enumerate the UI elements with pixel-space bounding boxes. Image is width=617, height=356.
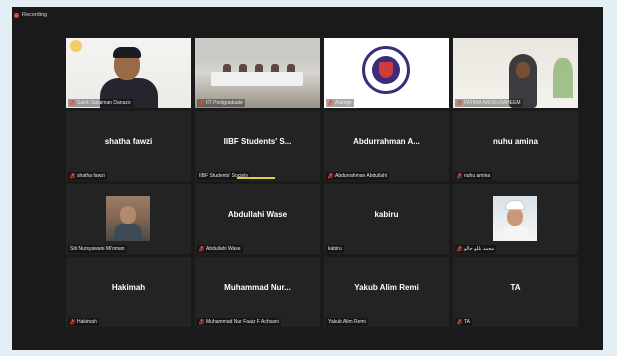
participant-tile[interactable]: Saleh Sulaiman Danazo	[66, 38, 191, 108]
participant-tile[interactable]: Muhammad Nur... Muhammad Nur Faaiz F Achs…	[195, 257, 320, 327]
university-logo	[324, 38, 449, 108]
recording-indicator[interactable]: Recording	[14, 12, 47, 18]
microphone-muted-icon	[199, 246, 204, 252]
participant-name-label: Abdullahi Wase	[197, 245, 243, 253]
participant-grid: Saleh Sulaiman Danazo IIT Postgraduate Ala…	[66, 38, 590, 338]
participant-name: Siti Nursyawani Mi'oman	[70, 246, 125, 252]
participant-video	[453, 38, 578, 108]
participant-display-name: kabiru	[374, 210, 399, 219]
participant-name-label: nuhu amina	[455, 172, 493, 180]
participant-tile[interactable]: Siti Nursyawani Mi'oman	[66, 184, 191, 254]
participant-name: Yakub Alim Remi	[328, 319, 366, 325]
speaking-indicator	[237, 177, 275, 179]
profile-picture	[493, 196, 537, 241]
participant-name-label: shatha fawzi	[68, 172, 107, 180]
participant-tile[interactable]: TA TA	[453, 257, 578, 327]
participant-tile[interactable]: shatha fawzi shatha fawzi	[66, 111, 191, 181]
profile-picture	[106, 196, 150, 241]
participant-display-name: Muhammad Nur...	[224, 283, 291, 292]
microphone-muted-icon	[457, 173, 462, 179]
participant-name-label: kabiru	[326, 245, 344, 253]
microphone-muted-icon	[70, 319, 75, 325]
participant-name: Abdullahi Wase	[206, 246, 241, 252]
participant-tile[interactable]: محمد بللو جالو	[453, 184, 578, 254]
microphone-muted-icon	[457, 246, 462, 252]
microphone-muted-icon	[457, 100, 462, 106]
participant-name-label: Yakub Alim Remi	[326, 318, 368, 326]
participant-name: kabiru	[328, 246, 342, 252]
participant-tile[interactable]: IIT Postgraduate	[195, 38, 320, 108]
participant-name: nuhu amina	[464, 173, 491, 179]
microphone-muted-icon	[199, 100, 204, 106]
participant-tile[interactable]: Yakub Alim Remi Yakub Alim Remi	[324, 257, 449, 327]
participant-name-label: IIT Postgraduate	[197, 99, 245, 107]
participant-name: TA	[464, 319, 471, 325]
participant-tile[interactable]: kabiru kabiru	[324, 184, 449, 254]
participant-name-label: Siti Nursyawani Mi'oman	[68, 245, 127, 253]
participant-tile[interactable]: IIBF Students' S... IIBF Students' Societ…	[195, 111, 320, 181]
participant-display-name: Abdurrahman A...	[353, 137, 420, 146]
participant-display-name: TA	[510, 283, 521, 292]
microphone-muted-icon	[328, 173, 333, 179]
participant-name-label: Hakimah	[68, 318, 99, 326]
participant-tile[interactable]: nuhu amina nuhu amina	[453, 111, 578, 181]
microphone-muted-icon	[328, 100, 333, 106]
participant-display-name: shatha fawzi	[104, 137, 153, 146]
participant-name: shatha fawzi	[77, 173, 105, 179]
participant-name: Saleh Sulaiman Danazo	[77, 100, 131, 106]
participant-name-label: محمد بللو جالو	[455, 245, 497, 253]
recording-dot-icon	[14, 12, 19, 18]
participant-display-name: IIBF Students' S...	[223, 137, 292, 146]
microphone-muted-icon	[70, 173, 75, 179]
microphone-muted-icon	[70, 100, 75, 106]
participant-name-label: TA	[455, 318, 473, 326]
participant-tile[interactable]: Abdullahi Wase Abdullahi Wase	[195, 184, 320, 254]
recording-label: Recording	[22, 12, 48, 18]
participant-video	[66, 38, 191, 108]
participant-name: Abdurrahman Abdullahi	[335, 173, 387, 179]
participant-name-label: Alamgir	[326, 99, 354, 107]
participant-tile[interactable]: Hakimah Hakimah	[66, 257, 191, 327]
participant-video	[195, 38, 320, 108]
participant-name-label: Muhammad Nur Faaiz F Achsani	[197, 318, 281, 326]
participant-name: Muhammad Nur Faaiz F Achsani	[206, 319, 279, 325]
participant-display-name: Hakimah	[111, 283, 146, 292]
zoom-meeting-window: Recording Saleh Sulaiman Danazo IIT Postg…	[0, 0, 617, 356]
microphone-muted-icon	[199, 319, 204, 325]
gallery-view: Recording Saleh Sulaiman Danazo IIT Postg…	[12, 7, 603, 350]
participant-name-label: Abdurrahman Abdullahi	[326, 172, 389, 180]
microphone-muted-icon	[457, 319, 462, 325]
participant-name: FATIMA ABDULRAHEEM	[464, 100, 521, 106]
participant-name-label: Saleh Sulaiman Danazo	[68, 99, 133, 107]
participant-name-label: FATIMA ABDULRAHEEM	[455, 99, 523, 107]
participant-tile[interactable]: FATIMA ABDULRAHEEM	[453, 38, 578, 108]
participant-display-name: nuhu amina	[493, 137, 538, 146]
participant-name: IIT Postgraduate	[206, 100, 243, 106]
participant-name: محمد بللو جالو	[464, 246, 495, 252]
participant-name: Alamgir	[335, 100, 352, 106]
participant-tile[interactable]: Abdurrahman A... Abdurrahman Abdullahi	[324, 111, 449, 181]
participant-name: Hakimah	[77, 319, 97, 325]
participant-tile[interactable]: Alamgir	[324, 38, 449, 108]
participant-display-name: Yakub Alim Remi	[354, 283, 419, 292]
participant-display-name: Abdullahi Wase	[227, 210, 288, 219]
